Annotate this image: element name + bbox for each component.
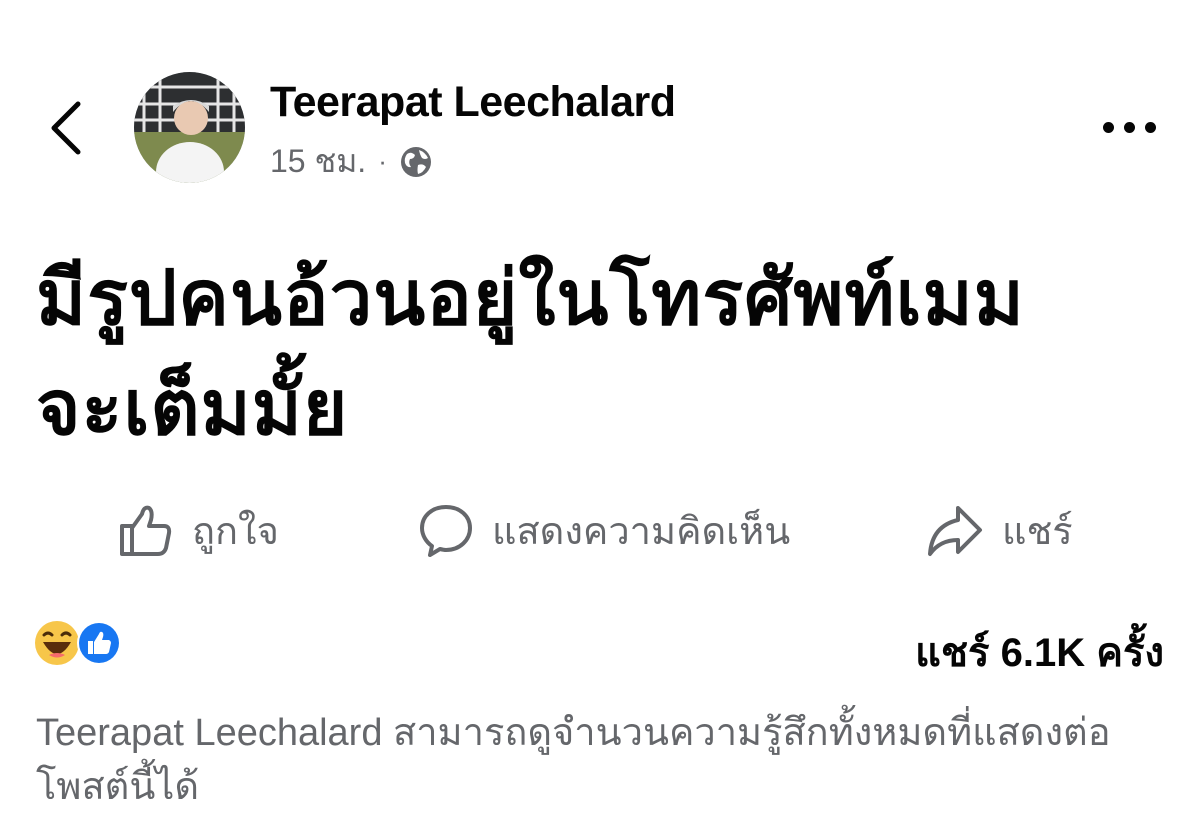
thumbs-up-icon [120, 505, 172, 556]
more-options-button[interactable] [1103, 112, 1165, 142]
like-label: ถูกใจ [192, 510, 279, 553]
post-text-line: จะเต็มมั้ย [36, 366, 349, 451]
post-text-line: มีรูปคนอ้วนอยู่ในโทรศัพท์เมม [36, 256, 1025, 341]
comment-bubble-icon [420, 505, 472, 557]
more-horizontal-icon-dot [1124, 121, 1135, 133]
post-meta: 15 ชม. · [270, 136, 433, 187]
comment-button[interactable]: แสดงความคิดเห็น [418, 498, 790, 562]
share-label: แชร์ [1002, 510, 1073, 553]
globe-icon [400, 146, 431, 177]
author-name[interactable]: Teerapat Leechalard [270, 78, 676, 127]
like-icon [77, 621, 121, 665]
meta-separator: · [378, 146, 387, 176]
avatar-image [134, 72, 245, 183]
like-button[interactable]: ถูกใจ [118, 498, 279, 562]
back-button[interactable] [40, 96, 100, 160]
timestamp[interactable]: 15 ชม. [270, 136, 366, 187]
share-button[interactable]: แชร์ [926, 498, 1073, 562]
comment-label: แสดงความคิดเห็น [492, 510, 791, 553]
chevron-left-icon [51, 101, 81, 155]
reaction-privacy-note: Teerapat Leechalard สามารถดูจำนวนความรู้… [36, 712, 1111, 808]
share-arrow-icon [928, 506, 982, 556]
haha-icon [35, 621, 79, 665]
share-count[interactable]: แชร์ 6.1K ครั้ง [915, 620, 1164, 684]
reaction-summary[interactable] [34, 620, 122, 666]
avatar[interactable] [134, 72, 245, 183]
more-horizontal-icon-dot [1145, 121, 1156, 133]
more-horizontal-icon [1103, 121, 1114, 133]
post-text: มีรูปคนอ้วนอยู่ในโทรศัพท์เมม จะเต็มมั้ย [36, 244, 1166, 464]
